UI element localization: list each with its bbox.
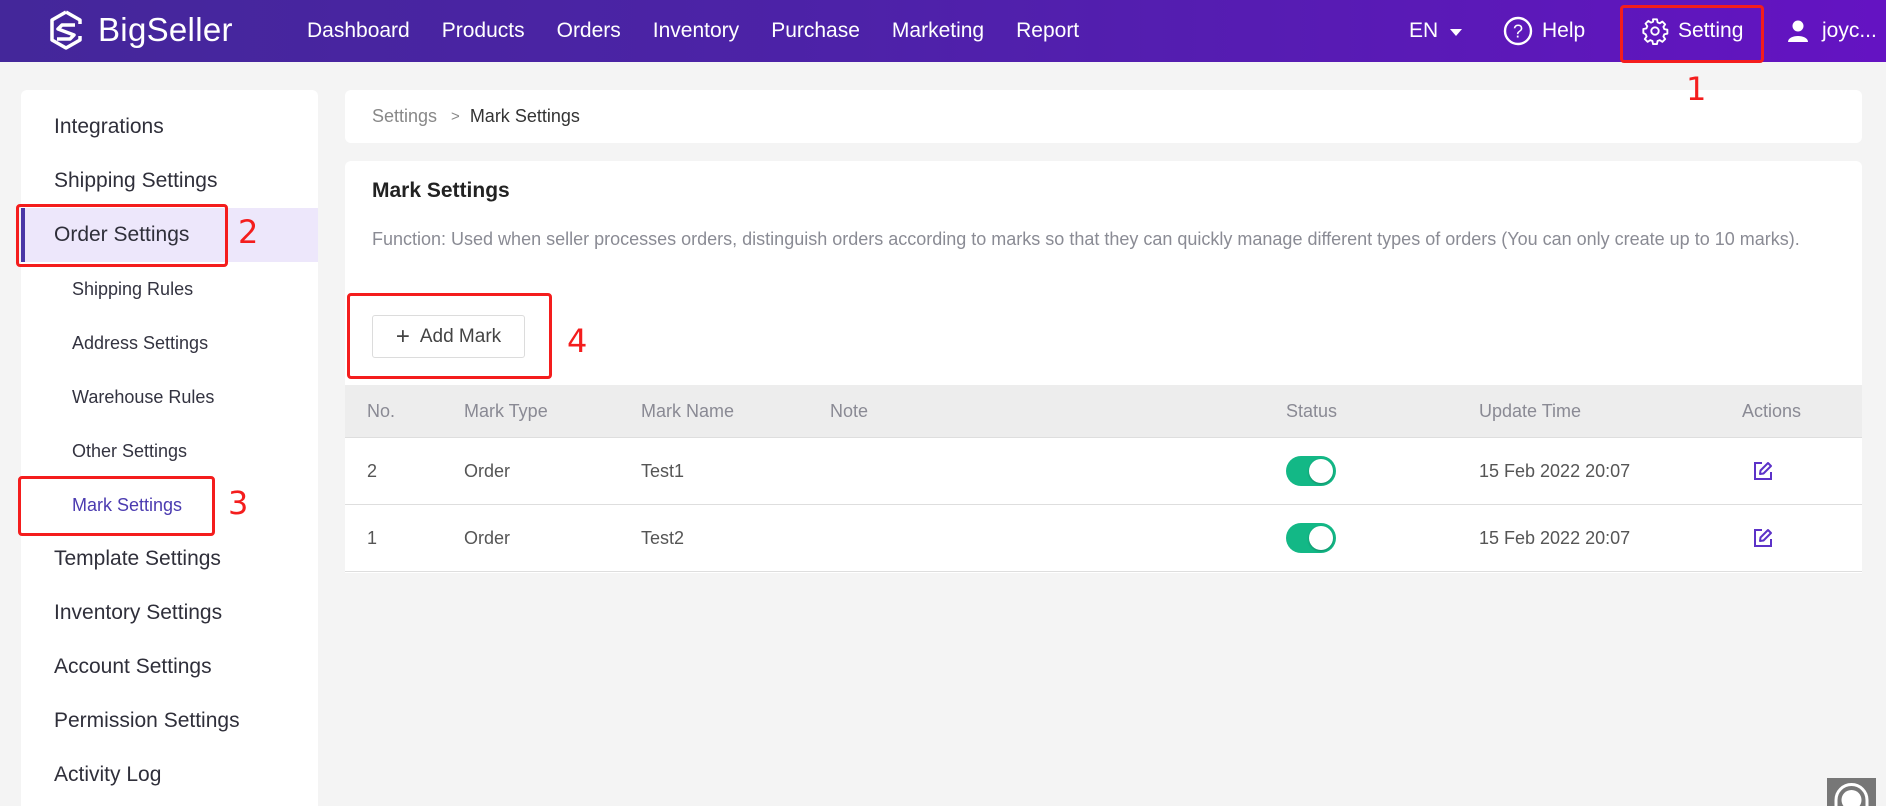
nav-products[interactable]: Products bbox=[442, 19, 525, 43]
sidebar-item-other-settings[interactable]: Other Settings bbox=[21, 424, 318, 478]
cell-update-time: 15 Feb 2022 20:07 bbox=[1479, 527, 1631, 548]
column-header-mark-type: Mark Type bbox=[464, 400, 548, 421]
settings-sidebar: Integrations Shipping Settings Order Set… bbox=[21, 90, 318, 806]
nav-dashboard[interactable]: Dashboard bbox=[307, 19, 410, 43]
annotation-number-3: 3 bbox=[228, 484, 249, 522]
cell-status bbox=[1286, 505, 1336, 571]
toggle-knob bbox=[1309, 459, 1333, 483]
cell-mark-type: Order bbox=[464, 527, 511, 548]
mark-settings-panel: Mark Settings Function: Used when seller… bbox=[345, 161, 1862, 573]
sidebar-item-integrations[interactable]: Integrations bbox=[21, 100, 318, 154]
gear-icon bbox=[1642, 18, 1669, 45]
page-title: Mark Settings bbox=[372, 179, 510, 202]
function-description: Function: Used when seller processes ord… bbox=[372, 229, 1800, 249]
cell-no: 1 bbox=[367, 527, 378, 548]
sidebar-item-permission-settings[interactable]: Permission Settings bbox=[21, 694, 318, 748]
status-toggle[interactable] bbox=[1286, 523, 1336, 553]
cell-no: 2 bbox=[367, 460, 378, 481]
column-header-no: No. bbox=[367, 400, 396, 421]
edit-icon[interactable] bbox=[1753, 528, 1773, 548]
add-mark-label: Add Mark bbox=[419, 325, 502, 347]
table-row: 1 Order Test2 15 Feb 2022 20:07 bbox=[345, 505, 1862, 572]
bigseller-logo-icon[interactable] bbox=[48, 10, 84, 52]
cell-status bbox=[1286, 438, 1336, 504]
top-navigation-bar: BigSeller Dashboard Products Orders Inve… bbox=[0, 0, 1886, 62]
toggle-knob bbox=[1309, 526, 1333, 550]
help-icon: ? bbox=[1503, 16, 1533, 46]
sidebar-item-address-settings[interactable]: Address Settings bbox=[21, 316, 318, 370]
sidebar-item-template-settings[interactable]: Template Settings bbox=[21, 532, 318, 586]
sidebar-item-inventory-settings[interactable]: Inventory Settings bbox=[21, 586, 318, 640]
user-menu[interactable]: joyc... bbox=[1788, 0, 1877, 62]
column-header-note: Note bbox=[830, 400, 869, 421]
chevron-down-icon bbox=[1450, 28, 1463, 36]
nav-inventory[interactable]: Inventory bbox=[653, 19, 739, 43]
annotation-number-2: 2 bbox=[238, 213, 259, 251]
sidebar-item-label: Shipping Rules bbox=[72, 278, 194, 299]
column-header-mark-name: Mark Name bbox=[641, 400, 735, 421]
nav-marketing[interactable]: Marketing bbox=[892, 19, 984, 43]
sidebar-item-label: Inventory Settings bbox=[54, 601, 223, 624]
user-icon bbox=[1788, 20, 1808, 42]
sidebar-item-activity-log[interactable]: Activity Log bbox=[21, 748, 318, 802]
sidebar-item-label: Warehouse Rules bbox=[72, 386, 215, 407]
annotation-number-1: 1 bbox=[1686, 70, 1707, 108]
cell-mark-name: Test2 bbox=[641, 527, 685, 548]
sidebar-item-shipping-rules[interactable]: Shipping Rules bbox=[21, 262, 318, 316]
cell-actions bbox=[1742, 505, 1773, 571]
status-toggle[interactable] bbox=[1286, 456, 1336, 486]
breadcrumb-separator: > bbox=[451, 108, 460, 125]
sidebar-item-label: Template Settings bbox=[54, 547, 221, 570]
headset-icon bbox=[1834, 783, 1869, 806]
sidebar-item-label: Mark Settings bbox=[72, 494, 183, 515]
customer-support-button[interactable] bbox=[1827, 778, 1876, 806]
table-header: No. Mark Type Mark Name Note Status Upda… bbox=[345, 385, 1862, 438]
nav-report[interactable]: Report bbox=[1016, 19, 1079, 43]
main-nav: Dashboard Products Orders Inventory Purc… bbox=[307, 0, 1111, 62]
cell-mark-type: Order bbox=[464, 460, 511, 481]
sidebar-item-account-settings[interactable]: Account Settings bbox=[21, 640, 318, 694]
setting-link[interactable]: Setting bbox=[1641, 0, 1743, 62]
edit-icon[interactable] bbox=[1753, 461, 1773, 481]
language-selector[interactable]: EN bbox=[1409, 0, 1463, 62]
column-header-status: Status bbox=[1286, 400, 1338, 421]
setting-label: Setting bbox=[1678, 19, 1744, 42]
sidebar-item-label: Other Settings bbox=[72, 440, 188, 461]
sidebar-item-label: Activity Log bbox=[54, 763, 162, 786]
sidebar-item-label: Account Settings bbox=[54, 655, 212, 678]
table-row: 2 Order Test1 15 Feb 2022 20:07 bbox=[345, 438, 1862, 505]
cell-mark-name: Test1 bbox=[641, 460, 685, 481]
breadcrumb-current: Mark Settings bbox=[469, 106, 580, 126]
breadcrumb: Settings > Mark Settings bbox=[345, 90, 1862, 143]
sidebar-item-shipping-settings[interactable]: Shipping Settings bbox=[21, 154, 318, 208]
sidebar-item-mark-settings[interactable]: Mark Settings bbox=[21, 478, 318, 532]
sidebar-item-order-settings[interactable]: Order Settings bbox=[21, 208, 318, 262]
svg-text:?: ? bbox=[1513, 22, 1523, 42]
language-label: EN bbox=[1409, 19, 1439, 42]
plus-icon: + bbox=[395, 322, 410, 350]
column-header-actions: Actions bbox=[1742, 400, 1802, 421]
sidebar-item-warehouse-rules[interactable]: Warehouse Rules bbox=[21, 370, 318, 424]
nav-orders[interactable]: Orders bbox=[557, 19, 621, 43]
breadcrumb-settings-link[interactable]: Settings bbox=[372, 106, 437, 127]
brand-name[interactable]: BigSeller bbox=[98, 11, 233, 49]
help-link[interactable]: ? Help bbox=[1503, 0, 1585, 62]
nav-purchase[interactable]: Purchase bbox=[771, 19, 860, 43]
marks-table: No. Mark Type Mark Name Note Status Upda… bbox=[345, 385, 1862, 572]
sidebar-item-label: Order Settings bbox=[54, 223, 190, 246]
help-label: Help bbox=[1542, 19, 1586, 42]
sidebar-item-label: Address Settings bbox=[72, 332, 209, 353]
cell-actions bbox=[1742, 438, 1773, 504]
add-mark-button[interactable]: + Add Mark bbox=[372, 315, 525, 358]
cell-update-time: 15 Feb 2022 20:07 bbox=[1479, 460, 1631, 481]
column-header-update-time: Update Time bbox=[1479, 400, 1582, 421]
sidebar-item-label: Permission Settings bbox=[54, 709, 240, 732]
user-name: joyc... bbox=[1822, 19, 1877, 42]
annotation-number-4: 4 bbox=[567, 322, 588, 360]
sidebar-item-label: Shipping Settings bbox=[54, 169, 218, 192]
sidebar-item-label: Integrations bbox=[54, 115, 164, 138]
